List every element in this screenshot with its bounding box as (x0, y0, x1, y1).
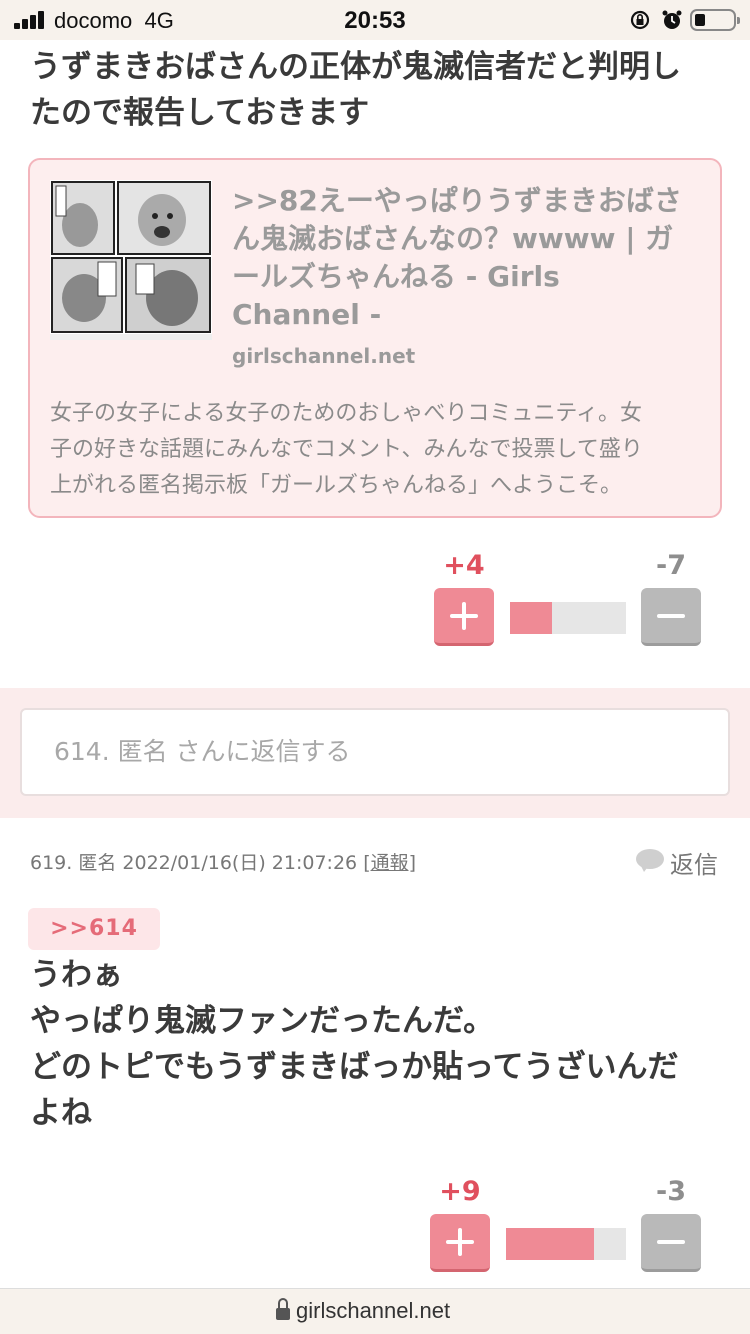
vote-ratio-fill (506, 1228, 594, 1260)
plus-vote-button[interactable] (430, 1214, 490, 1272)
minus-vote-button[interactable] (641, 1214, 701, 1272)
link-card-description-line: 女子の女子による女子のためのおしゃべりコミュニティ。女 (50, 401, 643, 426)
reply-button[interactable]: 返信 (636, 845, 726, 879)
lock-icon (276, 1298, 290, 1320)
link-card-description: 女子の女子による女子のためのおしゃべりコミュニティ。女 子の好きな話題にみんなで… (50, 396, 710, 504)
plus-vote-count: +9 (439, 1176, 481, 1207)
link-card-title-line: >>82えーやっぱりうずまきおばさ (232, 184, 682, 217)
link-card-description-line: 上がれる匿名掲示板「ガールズちゃんねる」へようこそ。 (50, 473, 623, 498)
vote-ratio-bar (506, 1228, 626, 1260)
manga-thumbnail-image (50, 180, 212, 340)
link-card-domain: girlschannel.net (232, 344, 416, 368)
orientation-lock-icon (630, 10, 650, 30)
comment-614-body: うずまきおばさんの正体が鬼滅信者だと判明し たので報告しておきます (30, 44, 720, 136)
comment-619-line: うわぁ (30, 957, 123, 993)
comment-619-meta: 619. 匿名 2022/01/16(日) 21:07:26 [通報] (30, 848, 416, 875)
link-card-title-line: ん鬼滅おばさんなの？wwww | ガ (232, 222, 674, 255)
alarm-icon (662, 10, 682, 29)
comment-619-line: よね (30, 1095, 92, 1131)
link-card-title-line: ールズちゃんねる - Girls (232, 260, 560, 293)
minus-icon (657, 1240, 685, 1244)
speech-bubble-icon (636, 849, 664, 872)
link-preview-card[interactable]: >>82えーやっぱりうずまきおばさ ん鬼滅おばさんなの？wwww | ガ ールズ… (28, 158, 722, 518)
minus-vote-count: -3 (656, 1176, 686, 1207)
comment-614-line: たので報告しておきます (30, 95, 370, 131)
reply-input[interactable]: 614. 匿名 さんに返信する (20, 708, 730, 796)
vote-ratio-fill (510, 602, 552, 634)
anchor-link[interactable]: >>614 (28, 908, 160, 950)
battery-icon (690, 9, 740, 31)
comment-author: 匿名 (78, 852, 117, 874)
plus-vote-button[interactable] (434, 588, 494, 646)
comment-614-line: うずまきおばさんの正体が鬼滅信者だと判明し (30, 49, 681, 85)
reply-button-label: 返信 (670, 851, 718, 879)
link-card-title-line: Channel - (232, 298, 382, 331)
address-domain: girlschannel.net (296, 1298, 451, 1323)
vote-ratio-bar (510, 602, 626, 634)
report-link[interactable]: [通報] (363, 852, 416, 874)
status-bar: docomo 4G 20:53 (0, 0, 750, 40)
comment-number: 619. (30, 852, 73, 874)
minus-vote-button[interactable] (641, 588, 701, 646)
comment-619-body: うわぁ やっぱり鬼滅ファンだったんだ。 どのトピでもうずまきばっか貼ってうざいん… (30, 952, 720, 1136)
reply-form: 614. 匿名 さんに返信する (0, 688, 750, 818)
browser-address-bar[interactable]: girlschannel.net (0, 1288, 750, 1334)
link-card-description-line: 子の好きな話題にみんなでコメント、みんなで投票して盛り (50, 437, 643, 462)
link-card-title[interactable]: >>82えーやっぱりうずまきおばさ ん鬼滅おばさんなの？wwww | ガ ールズ… (232, 182, 702, 334)
minus-icon (657, 614, 685, 618)
comment-619-line: どのトピでもうずまきばっか貼ってうざいんだ (30, 1049, 679, 1085)
minus-vote-count: -7 (656, 550, 686, 581)
comment-datetime: 2022/01/16(日) 21:07:26 (122, 852, 358, 874)
comment-619-line: やっぱり鬼滅ファンだったんだ。 (30, 1003, 495, 1039)
plus-vote-count: +4 (443, 550, 485, 581)
